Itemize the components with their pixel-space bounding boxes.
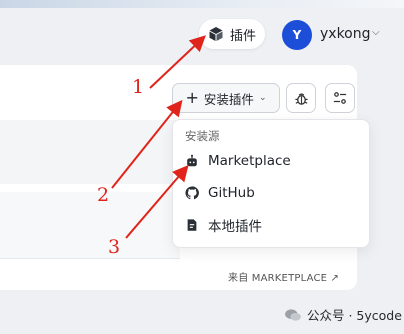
- username[interactable]: yxkong: [320, 26, 371, 42]
- debug-button[interactable]: [286, 83, 316, 113]
- install-plugin-label: 安装插件: [203, 91, 254, 107]
- dropdown-item-label: Marketplace: [208, 153, 291, 169]
- install-source-dropdown: 安装源 Marketplace GitHub 本地插件: [172, 119, 370, 248]
- dropdown-item-marketplace[interactable]: Marketplace: [185, 150, 291, 172]
- github-icon: [185, 186, 199, 200]
- list-item: [0, 192, 180, 259]
- robot-icon: [187, 154, 197, 167]
- dropdown-item-label: 本地插件: [208, 219, 262, 235]
- list-item: [0, 120, 180, 184]
- plus-icon: +: [185, 88, 199, 107]
- annotation-number-2: 2: [97, 184, 110, 206]
- cube-icon: [209, 27, 223, 41]
- avatar[interactable]: Y: [282, 20, 312, 50]
- annotation-number-3: 3: [108, 236, 121, 258]
- plugin-button-label: 插件: [229, 28, 256, 44]
- file-plugin-icon: [187, 219, 197, 231]
- dropdown-item-label: GitHub: [208, 185, 255, 201]
- dropdown-item-local-plugin[interactable]: 本地插件: [185, 214, 262, 236]
- chevron-down-icon: ⌄: [258, 93, 267, 103]
- wechat-icon: [285, 308, 301, 321]
- top-gradient-strip: [0, 0, 404, 8]
- filter-settings-button[interactable]: [325, 83, 355, 113]
- dropdown-header: 安装源: [185, 129, 220, 143]
- plugin-button[interactable]: 插件: [199, 19, 265, 49]
- watermark: 公众号 · 5ycode: [284, 305, 402, 324]
- chevron-down-icon[interactable]: ⌵: [372, 27, 380, 38]
- sliders-icon: [333, 92, 347, 104]
- dropdown-item-github[interactable]: GitHub: [185, 182, 255, 204]
- bug-icon: [294, 92, 308, 105]
- watermark-text: 公众号 · 5ycode: [307, 308, 402, 323]
- marketplace-link[interactable]: 来自 MARKETPLACE ↗: [228, 269, 339, 284]
- install-plugin-button[interactable]: + 安装插件 ⌄: [172, 83, 280, 113]
- annotation-number-1: 1: [132, 76, 145, 98]
